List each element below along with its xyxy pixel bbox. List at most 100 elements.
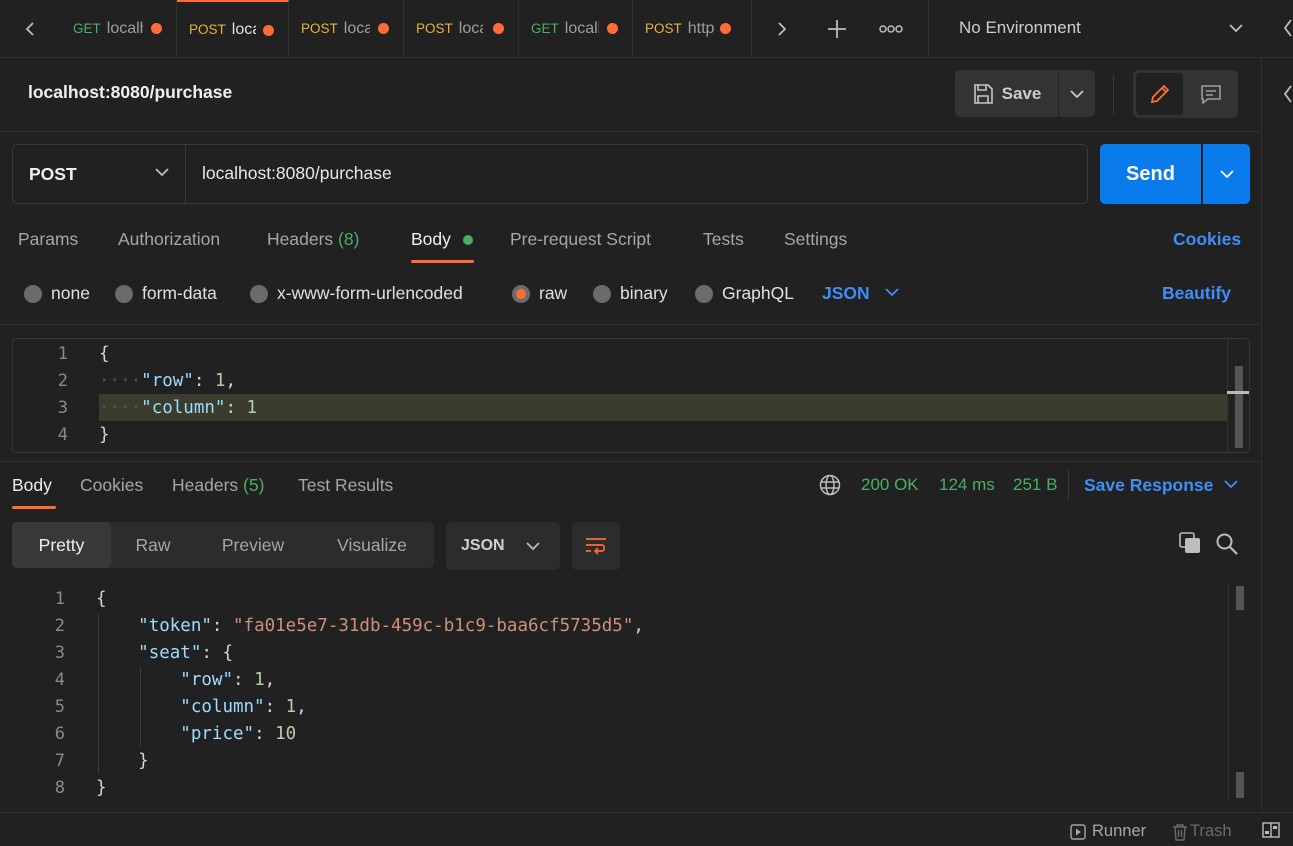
- json-key: "column": [141, 398, 226, 418]
- send-button[interactable]: Send: [1100, 144, 1201, 204]
- radio-circle-icon: [695, 284, 713, 303]
- method-selector[interactable]: POST: [13, 145, 186, 203]
- panel-resize-divider[interactable]: [0, 461, 1261, 462]
- save-response-dropdown[interactable]: Save Response: [1084, 475, 1238, 496]
- save-button[interactable]: Save: [955, 70, 1058, 117]
- radio-binary[interactable]: binary: [593, 283, 668, 304]
- chevron-down-icon: [1219, 170, 1234, 179]
- radio-circle-icon: [24, 284, 42, 303]
- search-icon[interactable]: [1215, 532, 1239, 556]
- response-size[interactable]: 251 B: [1013, 475, 1057, 495]
- response-headers-count: (5): [243, 475, 265, 495]
- tab-options-more-icon[interactable]: [861, 0, 921, 57]
- edit-mode-button[interactable]: [1136, 73, 1183, 115]
- request-tab-3[interactable]: POST localhost: [289, 0, 404, 57]
- response-scrollbar-thumb-bottom[interactable]: [1236, 772, 1244, 798]
- tabs-scroll-right-icon[interactable]: [752, 0, 812, 57]
- radio-raw[interactable]: raw: [512, 283, 567, 304]
- tab-authorization[interactable]: Authorization: [118, 229, 220, 250]
- tab-headers[interactable]: Headers (8): [267, 229, 359, 250]
- request-body-editor[interactable]: 1 2 3 4 { ····"row": 1, ····"column": 1 …: [12, 338, 1250, 453]
- radio-label: form-data: [142, 283, 217, 303]
- active-tab-underline: [12, 506, 56, 509]
- runner-button[interactable]: Runner: [1070, 822, 1146, 841]
- unsaved-dot-icon: [378, 23, 389, 34]
- json-number: 1: [254, 670, 265, 690]
- tab-params[interactable]: Params: [18, 229, 78, 250]
- view-visualize[interactable]: Visualize: [315, 522, 429, 568]
- tabs-scroll-left-icon[interactable]: [0, 0, 60, 57]
- radio-form-data[interactable]: form-data: [115, 283, 217, 304]
- environment-selector[interactable]: No Environment: [929, 0, 1269, 57]
- response-format-dropdown[interactable]: JSON: [446, 522, 560, 570]
- response-tab-test-results[interactable]: Test Results: [298, 475, 393, 496]
- request-name[interactable]: localhost:8080/purchase: [28, 82, 232, 103]
- response-time[interactable]: 124 ms: [939, 475, 995, 495]
- save-options-dropdown[interactable]: [1059, 70, 1095, 117]
- send-options-dropdown[interactable]: [1203, 144, 1250, 204]
- radio-urlencoded[interactable]: x-www-form-urlencoded: [250, 283, 463, 304]
- view-pretty[interactable]: Pretty: [12, 522, 111, 568]
- two-pane-layout-icon[interactable]: [1262, 822, 1280, 838]
- save-response-label: Save Response: [1084, 475, 1214, 495]
- line-number: 1: [54, 589, 65, 609]
- body-format-dropdown[interactable]: JSON: [822, 283, 899, 304]
- radio-none[interactable]: none: [24, 283, 90, 304]
- line-number: 3: [54, 643, 65, 663]
- beautify-link[interactable]: Beautify: [1162, 283, 1231, 304]
- response-scrollbar-track: [1228, 584, 1250, 800]
- view-raw[interactable]: Raw: [115, 522, 191, 568]
- json-key: "seat": [138, 643, 202, 663]
- line-number: 3: [57, 398, 68, 418]
- trash-button[interactable]: Trash: [1172, 822, 1232, 841]
- brace-close: }: [96, 778, 107, 798]
- tab-strip: GET localhost POST localhost POST localh…: [0, 0, 1293, 58]
- tab-tests[interactable]: Tests: [703, 229, 744, 250]
- response-tab-headers[interactable]: Headers (5): [172, 475, 264, 496]
- request-tab-4[interactable]: POST localhost: [404, 0, 519, 57]
- runner-label: Runner: [1092, 822, 1147, 840]
- response-tab-body[interactable]: Body: [12, 475, 52, 496]
- right-panel-collapse-icon[interactable]: [1283, 19, 1293, 37]
- right-sidebar-expand-icon[interactable]: [1283, 85, 1293, 103]
- request-tab-6[interactable]: POST http: [633, 0, 752, 57]
- tab-prerequest-script[interactable]: Pre-request Script: [510, 229, 651, 250]
- response-scrollbar-thumb-top[interactable]: [1236, 586, 1244, 610]
- comments-button[interactable]: [1187, 73, 1234, 115]
- response-tab-cookies[interactable]: Cookies: [80, 475, 143, 496]
- editor-scrollbar-thumb[interactable]: [1235, 366, 1243, 448]
- tab-body[interactable]: Body: [411, 229, 473, 250]
- tab-method: GET: [73, 21, 101, 36]
- view-preview[interactable]: Preview: [198, 522, 308, 568]
- code-line: "seat": {: [138, 643, 233, 663]
- code-line: "price": 10: [180, 724, 297, 744]
- active-tab-underline: [411, 260, 474, 263]
- globe-icon[interactable]: [819, 474, 841, 496]
- response-body-viewer[interactable]: 1 2 3 4 5 6 7 8 { "token": "fa01e5e7-31d…: [0, 584, 1261, 804]
- radio-graphql[interactable]: GraphQL: [695, 283, 794, 304]
- json-number: 10: [275, 724, 297, 744]
- unsaved-dot-icon: [263, 25, 274, 36]
- request-tab-1[interactable]: GET localhost: [61, 0, 177, 57]
- request-tab-5[interactable]: GET localhost: [519, 0, 633, 57]
- play-icon: [1070, 823, 1086, 840]
- copy-icon[interactable]: [1178, 531, 1202, 555]
- cookies-link[interactable]: Cookies: [1173, 229, 1241, 250]
- radio-circle-icon: [250, 284, 268, 303]
- wrap-lines-icon: [586, 538, 606, 555]
- radio-circle-icon: [593, 284, 611, 303]
- code-line: }: [96, 751, 149, 771]
- json-key: "column": [180, 697, 265, 717]
- url-input[interactable]: localhost:8080/purchase: [202, 163, 392, 184]
- new-tab-plus-icon[interactable]: [807, 0, 867, 57]
- code-line: }: [96, 778, 107, 798]
- status-code[interactable]: 200 OK: [861, 475, 919, 495]
- trash-label: Trash: [1190, 822, 1232, 840]
- wrap-lines-button[interactable]: [572, 522, 620, 570]
- json-number: 1: [214, 371, 226, 391]
- tab-settings[interactable]: Settings: [784, 229, 847, 250]
- tab-name: localhost: [106, 19, 143, 37]
- tab-name: localhost: [458, 19, 483, 37]
- request-tab-2-active[interactable]: POST localhost: [177, 0, 289, 57]
- tab-name: localhost: [564, 19, 599, 37]
